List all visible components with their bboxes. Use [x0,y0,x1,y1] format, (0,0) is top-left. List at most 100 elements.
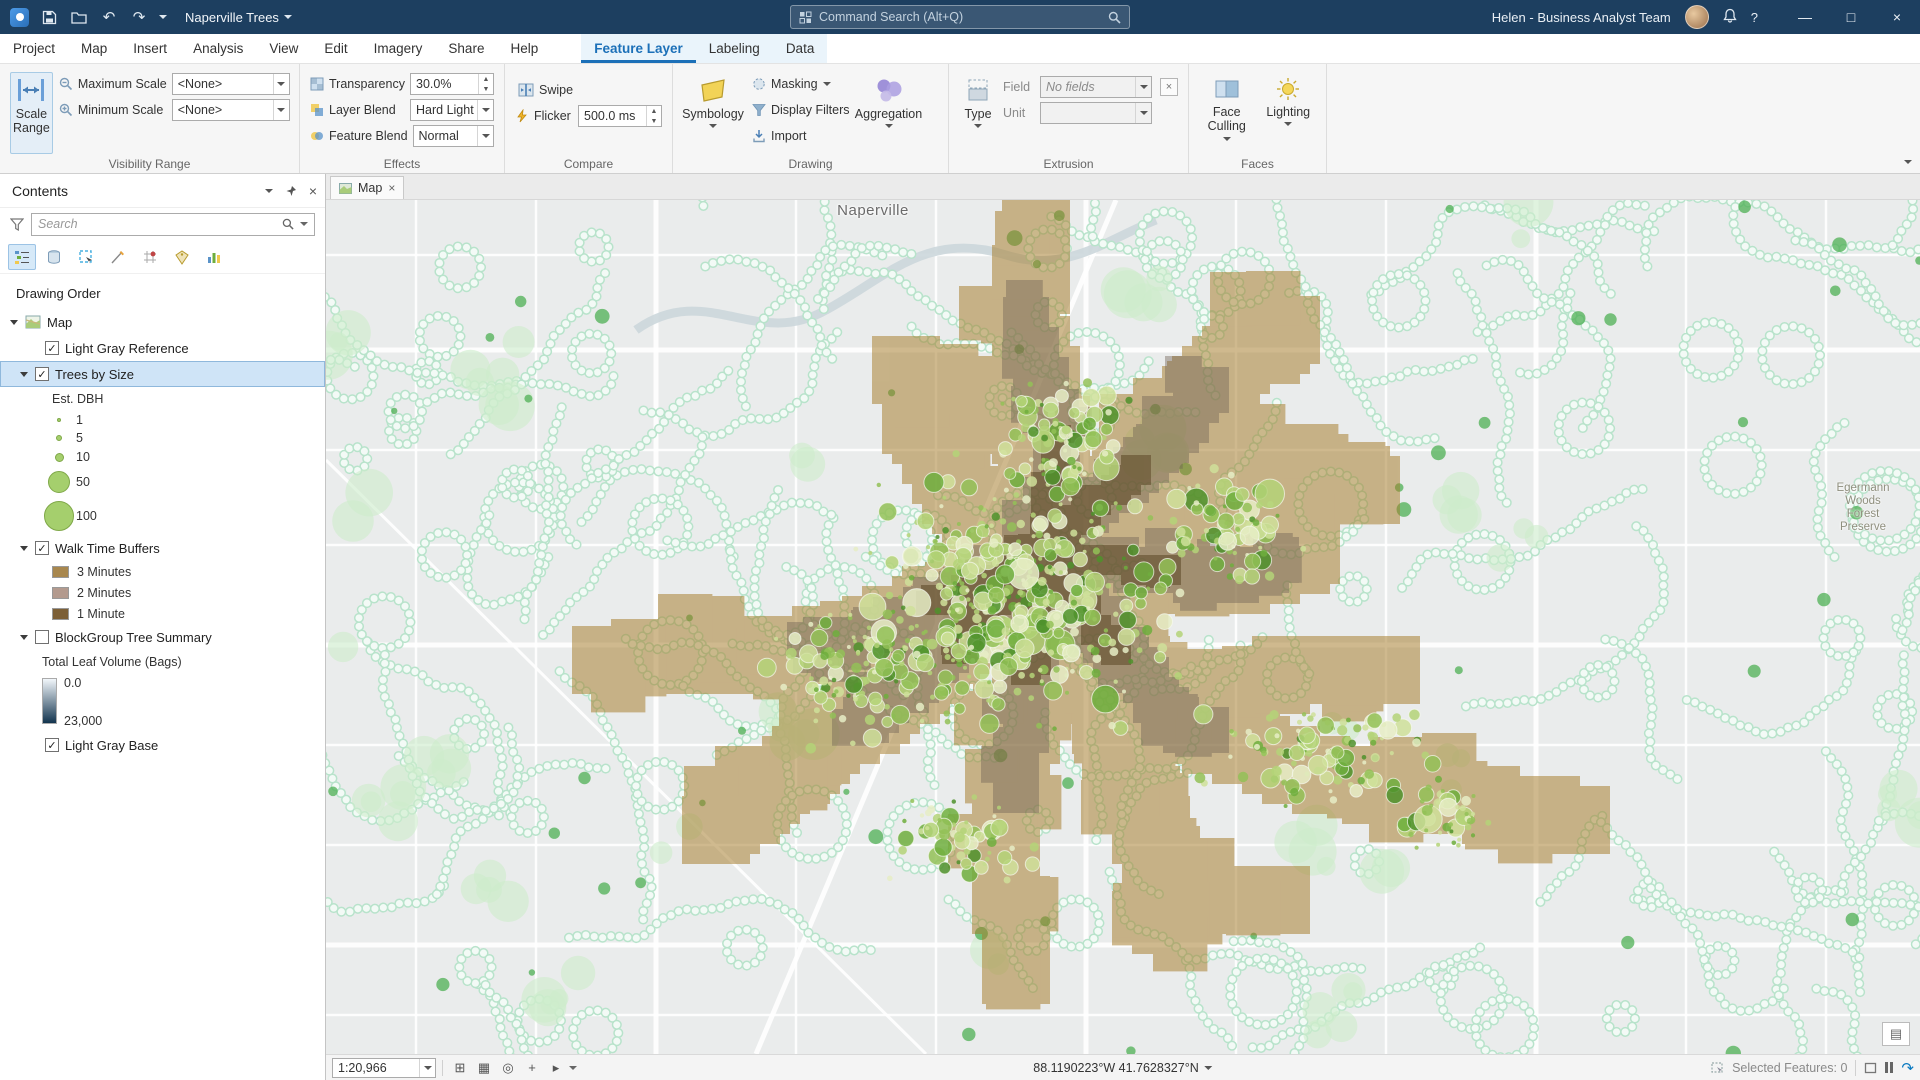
minimize-button[interactable]: — [1782,0,1828,34]
expand-icon[interactable] [20,635,28,640]
layer-row-walk-time-buffers[interactable]: ✓ Walk Time Buffers [0,535,325,561]
layer-row-light-gray-base[interactable]: ✓ Light Gray Base [0,732,325,758]
layer-checkbox[interactable]: ✓ [35,367,49,381]
close-button[interactable]: × [1874,0,1920,34]
legend-item: 3 Minutes [0,561,325,582]
symbology-button[interactable]: Symbology [683,72,743,154]
redo-button[interactable]: ↷ [129,7,149,27]
command-search-input[interactable] [819,10,1101,24]
minimum-scale-select[interactable]: <None> [172,99,290,121]
signed-in-user[interactable]: Helen - Business Analyst Team [1492,10,1671,25]
coordinate-readout[interactable]: 88.1190223°W 41.7628327°N [1033,1061,1212,1075]
tab-project[interactable]: Project [0,34,68,63]
tab-analysis[interactable]: Analysis [180,34,256,63]
collapse-ribbon-button[interactable] [1904,151,1912,169]
locate-icon[interactable]: ◎ [497,1058,519,1078]
legend-item: 100 [0,497,325,535]
list-by-data-source-button[interactable] [40,244,68,270]
import-button[interactable]: Import [749,124,853,148]
refresh-icon[interactable]: ↷ [1901,1059,1914,1077]
minimum-scale-icon [59,103,73,117]
expand-icon[interactable] [10,320,18,325]
search-options-chevron-icon[interactable] [300,222,308,226]
navigator-icon[interactable]: ▸ [545,1058,567,1078]
layer-checkbox[interactable]: ✓ [35,541,49,555]
command-search[interactable] [790,5,1130,29]
extent-icon[interactable] [1864,1062,1877,1074]
selected-features-count[interactable]: Selected Features: 0 [1732,1061,1847,1075]
undo-button[interactable]: ↶ [99,7,119,27]
filter-icon[interactable] [10,218,24,231]
notifications-bell-icon[interactable] [1723,8,1737,26]
tab-insert[interactable]: Insert [120,34,180,63]
swipe-button[interactable]: Swipe [515,78,662,102]
list-by-drawing-order-button[interactable] [8,244,36,270]
map-view-tab[interactable]: Map × [330,176,404,199]
contents-search[interactable] [31,213,315,236]
tab-imagery[interactable]: Imagery [361,34,436,63]
help-icon[interactable]: ? [1751,10,1758,25]
tree-node-map[interactable]: Map [0,309,325,335]
transparency-input[interactable]: 30.0% ▲▼ [410,73,494,95]
masking-button[interactable]: Masking [749,72,853,96]
chevron-down-icon [709,124,717,128]
save-button[interactable] [39,7,59,27]
user-avatar[interactable] [1685,5,1709,29]
pause-drawing-icon[interactable] [1885,1062,1893,1073]
ribbon-group-drawing: Symbology Masking Display Filters [673,64,949,173]
tab-edit[interactable]: Edit [311,34,360,63]
project-name[interactable]: Naperville Trees [185,10,292,25]
panel-menu-chevron-icon[interactable] [265,189,273,193]
layer-checkbox[interactable] [35,630,49,644]
map-scale-select[interactable]: 1:20,966 [332,1058,436,1078]
tab-map[interactable]: Map [68,34,120,63]
layer-row-blockgroup-tree-summary[interactable]: BlockGroup Tree Summary [0,624,325,650]
list-by-selection-button[interactable] [72,244,100,270]
close-panel-icon[interactable]: × [309,183,317,199]
extrusion-type-button[interactable]: Type [959,72,997,154]
list-by-labeling-button[interactable] [168,244,196,270]
tab-view[interactable]: View [256,34,311,63]
overview-map-button[interactable]: ▤ [1882,1022,1910,1046]
maximize-button[interactable]: □ [1828,0,1874,34]
layer-checkbox[interactable]: ✓ [45,341,59,355]
open-project-button[interactable] [69,7,89,27]
close-view-icon[interactable]: × [388,181,395,195]
pin-icon[interactable] [285,185,297,197]
contents-search-input[interactable] [38,217,276,231]
layer-row-trees-by-size[interactable]: ✓ Trees by Size [0,361,325,387]
customize-qat-chevron-icon[interactable] [159,15,167,19]
display-filters-button[interactable]: Display Filters [749,98,853,122]
list-by-snapping-button[interactable] [136,244,164,270]
aggregation-button[interactable]: Aggregation [859,72,919,154]
map-canvas[interactable]: Naperville Egermann Woods Forest Preserv… [326,200,1920,1054]
chevron-down-icon [277,108,285,112]
add-basemap-icon[interactable]: ⊞ [449,1058,471,1078]
layer-blend-select[interactable]: Hard Light [410,99,494,121]
lighting-button[interactable]: Lighting [1261,72,1317,154]
ribbon-group-faces: Face Culling Lighting Faces [1189,64,1327,173]
extrusion-unit-select[interactable] [1040,102,1152,124]
face-culling-button[interactable]: Face Culling [1199,72,1255,154]
tab-labeling[interactable]: Labeling [696,34,773,63]
tab-share[interactable]: Share [435,34,497,63]
map-graphic[interactable] [326,200,1920,1054]
tab-feature-layer[interactable]: Feature Layer [581,34,696,63]
layer-checkbox[interactable]: ✓ [45,738,59,752]
list-by-charts-button[interactable] [200,244,228,270]
extrusion-field-select[interactable]: No fields [1040,76,1152,98]
layer-row-light-gray-reference[interactable]: ✓ Light Gray Reference [0,335,325,361]
maximum-scale-select[interactable]: <None> [172,73,290,95]
tab-help[interactable]: Help [497,34,551,63]
expand-icon[interactable] [20,372,28,377]
open-table-icon[interactable]: ▦ [473,1058,495,1078]
pan-icon[interactable]: + [521,1058,543,1078]
tab-data[interactable]: Data [773,34,828,63]
scale-range-button[interactable]: Scale Range [10,72,53,154]
list-by-editing-button[interactable] [104,244,132,270]
feature-blend-select[interactable]: Normal [413,125,494,147]
more-tools-chevron-icon[interactable] [569,1066,577,1070]
clear-extrusion-button[interactable]: × [1160,78,1178,96]
flicker-input[interactable]: 500.0 ms ▲▼ [578,105,662,127]
expand-icon[interactable] [20,546,28,551]
